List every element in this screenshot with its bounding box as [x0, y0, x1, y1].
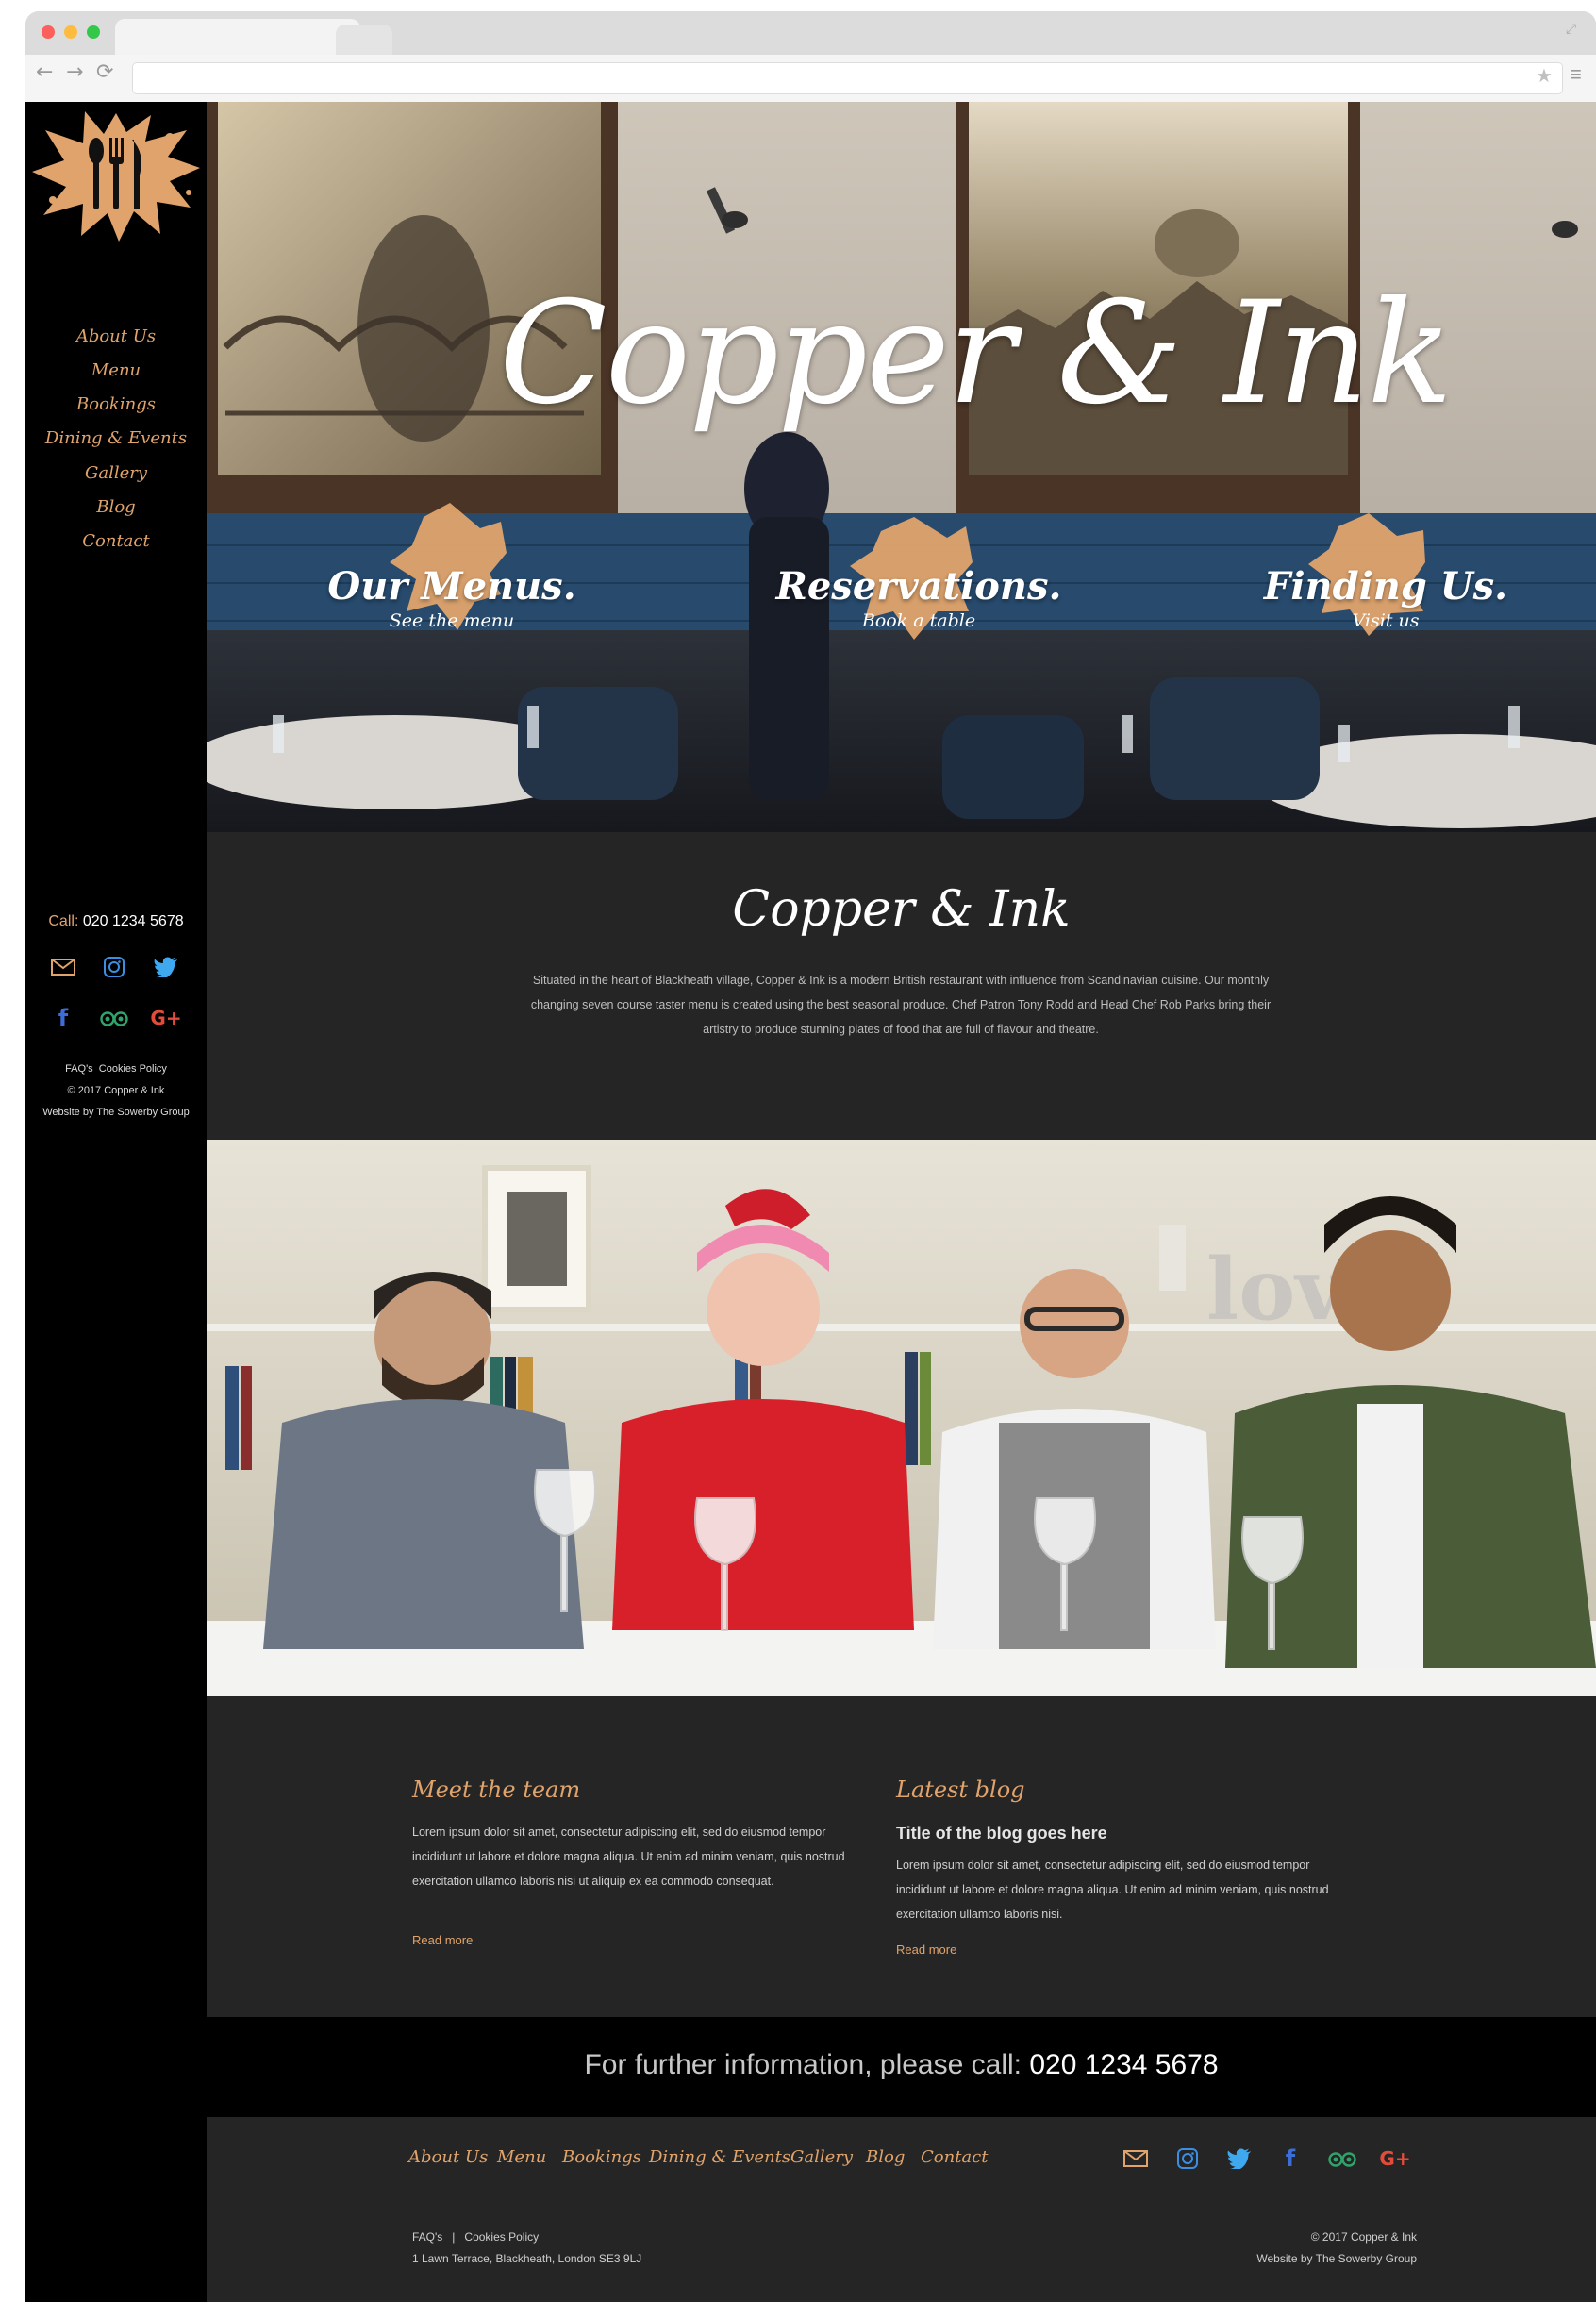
cta-title: Finding Us. [1263, 564, 1508, 609]
facebook-icon[interactable]: f [1275, 2144, 1305, 2174]
google-plus-icon[interactable]: G+ [150, 1003, 181, 1033]
meet-team-read-more[interactable]: Read more [412, 1933, 473, 1947]
blog-post-text: Lorem ipsum dolor sit amet, consectetur … [896, 1859, 1329, 1921]
footer-faq-link[interactable]: FAQ's [412, 2230, 442, 2244]
instagram-icon[interactable] [99, 952, 129, 982]
fullscreen-icon[interactable]: ⤢ [1566, 21, 1576, 37]
call-bar-label: For further information, please call: [584, 2049, 1022, 2080]
facebook-icon[interactable]: f [48, 1003, 78, 1033]
meet-team-text: Lorem ipsum dolor sit amet, consectetur … [412, 1826, 845, 1888]
cookies-link[interactable]: Cookies Policy [99, 1063, 167, 1075]
footer-cookies-link[interactable]: Cookies Policy [464, 2230, 539, 2244]
sidebar-item-about-us[interactable]: About Us [25, 326, 207, 346]
sidebar-item-menu[interactable]: Menu [25, 360, 207, 380]
cta-finding-us[interactable]: Finding Us. Visit us [1244, 564, 1527, 631]
browser-tab[interactable] [115, 19, 360, 55]
sidebar-phone[interactable]: Call: 020 1234 5678 [25, 913, 207, 930]
intro-title: Copper & Ink [732, 881, 1071, 938]
sidebar-item-bookings[interactable]: Bookings [25, 394, 207, 414]
sidebar-item-dining-events[interactable]: Dining & Events [25, 428, 207, 448]
sidebar-copyright: © 2017 Copper & Ink [67, 1085, 165, 1096]
instagram-icon[interactable] [1172, 2144, 1203, 2174]
team-photo: love [207, 1140, 1596, 1696]
latest-blog-title: Latest blog [896, 1777, 1025, 1803]
tripadvisor-icon[interactable] [1327, 2144, 1357, 2174]
cta-title: Our Menus. [327, 564, 576, 609]
sidebar-credit[interactable]: Website by The Sowerby Group [25, 1107, 207, 1118]
close-window-button[interactable] [42, 25, 55, 39]
footer-nav-dining-events[interactable]: Dining & Events [649, 2147, 790, 2167]
minimize-window-button[interactable] [64, 25, 77, 39]
footer-nav-blog[interactable]: Blog [866, 2147, 905, 2167]
call-bar-text: For further information, please call: 02… [207, 2049, 1596, 2081]
cta-subtitle: Book a table [861, 610, 976, 631]
cta-subtitle: Visit us [1352, 610, 1420, 631]
cta-reservations[interactable]: Reservations. Book a table [768, 564, 1070, 631]
sidebar-item-gallery[interactable]: Gallery [25, 463, 207, 483]
mail-icon[interactable] [48, 952, 78, 982]
footer-nav-about-us[interactable]: About Us [408, 2147, 488, 2167]
reload-icon[interactable]: ⟳ [96, 60, 113, 84]
blog-read-more[interactable]: Read more [896, 1943, 956, 1957]
footer-nav-contact[interactable]: Contact [921, 2147, 988, 2167]
call-label: Call: [48, 913, 79, 929]
sidebar-item-contact[interactable]: Contact [25, 531, 207, 551]
sidebar-legal-links: FAQ's Cookies Policy [25, 1063, 207, 1075]
footer-credit[interactable]: Website by The Sowerby Group [1132, 2252, 1417, 2265]
hero-section: Copper & Ink Our Menus. See the menu Res… [207, 102, 1596, 832]
intro-text: Situated in the heart of Blackheath vill… [530, 974, 1272, 1036]
hero-title: Copper & Ink [499, 272, 1453, 436]
twitter-icon[interactable] [1224, 2144, 1255, 2174]
team-photo-image: love [207, 1140, 1596, 1696]
cta-title: Reservations. [775, 564, 1062, 609]
tripadvisor-icon[interactable] [99, 1003, 129, 1033]
footer-legal-links: FAQ's | Cookies Policy [412, 2230, 540, 2244]
back-icon[interactable]: ← [36, 60, 53, 84]
cta-our-menus[interactable]: Our Menus. See the menu [320, 564, 584, 631]
twitter-icon[interactable] [151, 952, 181, 982]
logo[interactable] [28, 102, 204, 243]
footer-copyright: © 2017 Copper & Ink [1310, 2230, 1417, 2244]
call-number[interactable]: 020 1234 5678 [83, 913, 184, 929]
menu-icon[interactable]: ≡ [1570, 62, 1582, 87]
maximize-window-button[interactable] [87, 25, 100, 39]
address-bar[interactable] [132, 62, 1563, 94]
hero-background-image [207, 102, 1596, 832]
call-bar-number[interactable]: 020 1234 5678 [1029, 2049, 1218, 2080]
footer-nav-bookings[interactable]: Bookings [562, 2147, 641, 2167]
mail-icon[interactable] [1121, 2144, 1151, 2174]
cta-subtitle: See the menu [389, 610, 515, 631]
footer-address: 1 Lawn Terrace, Blackheath, London SE3 9… [412, 2252, 642, 2265]
forward-icon[interactable]: → [66, 60, 83, 84]
sidebar-item-blog[interactable]: Blog [25, 497, 207, 517]
google-plus-icon[interactable]: G+ [1379, 2144, 1410, 2174]
footer-nav-gallery[interactable]: Gallery [790, 2147, 853, 2167]
new-tab-button[interactable] [336, 25, 392, 55]
star-icon[interactable]: ★ [1536, 64, 1553, 88]
blog-post-title[interactable]: Title of the blog goes here [896, 1824, 1107, 1843]
meet-team-title: Meet the team [412, 1777, 581, 1803]
footer-nav-menu[interactable]: Menu [497, 2147, 546, 2167]
faq-link[interactable]: FAQ's [65, 1063, 93, 1075]
